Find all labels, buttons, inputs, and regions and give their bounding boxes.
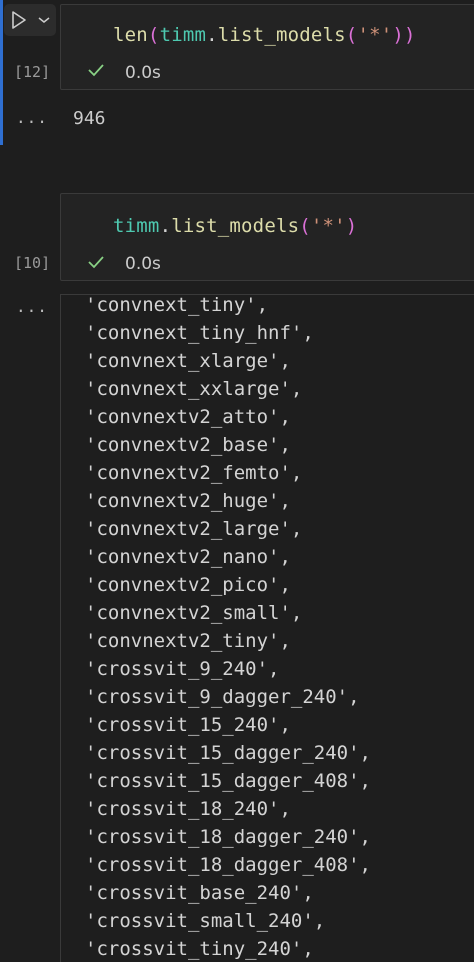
run-options-button[interactable] [34,4,54,36]
output-line: 'convnext_xlarge', [85,350,291,372]
output-list: 'convnext_tiny', 'convnext_tiny_hnf', 'con… [85,294,371,962]
code-token-function: len [113,24,148,46]
output-line: 'convnextv2_small', [85,602,303,624]
cell-output[interactable]: 'convnext_tiny', 'convnext_tiny_hnf', 'con… [60,294,474,962]
output-line: 'convnextv2_atto', [85,406,291,428]
output-line: 'convnextv2_pico', [85,574,291,596]
output-line: 'crossvit_tiny_240', [85,938,314,960]
code-token-paren: ) [345,215,358,237]
execution-duration: 0.0s [125,63,161,83]
output-line: 'convnextv2_huge', [85,490,291,512]
output-line: 'crossvit_18_240', [85,798,291,820]
output-line: 'crossvit_18_dagger_240', [85,826,371,848]
cell-focus-indicator [0,0,3,145]
output-line: 'convnextv2_large', [85,518,303,540]
code-token-string: '*' [357,24,393,46]
code-line[interactable]: timm.list_models('*') [113,215,357,237]
run-cell-button[interactable] [4,4,34,36]
check-icon [86,60,106,85]
execution-count: [10] [14,254,51,272]
output-line: 'convnextv2_femto', [85,462,303,484]
output-line: 'crossvit_9_240', [85,658,280,680]
code-cell-editor[interactable] [60,4,474,90]
code-token-paren: ( [345,24,358,46]
code-token-method: list_models [217,24,346,46]
code-cell-editor[interactable] [60,193,474,281]
execution-duration: 0.0s [125,254,161,274]
code-token-dot: . [159,215,172,237]
output-actions-button[interactable]: ... [16,108,48,127]
notebook: len(timm.list_models('*')) [12] 0.0s ...… [0,0,474,962]
output-line: 'convnextv2_nano', [85,546,291,568]
code-token-paren: ) [404,24,416,46]
output-actions-button[interactable]: ... [16,297,48,316]
output-line: 'crossvit_15_240', [85,714,291,736]
output-line: 'convnextv2_tiny', [85,630,291,652]
chevron-down-icon [38,17,50,23]
output-line: 'crossvit_15_dagger_240', [85,742,371,764]
output-line: 'crossvit_base_240', [85,882,314,904]
output-line: 'crossvit_small_240', [85,910,326,932]
code-token-module: timm [113,215,160,237]
code-token-paren: ( [299,215,311,237]
check-icon [86,252,106,277]
output-line: 'convnext_tiny', [85,294,269,316]
output-line: 'crossvit_18_dagger_408', [85,854,371,876]
code-token-dot: . [206,24,218,46]
code-token-method: list_models [171,215,300,237]
code-token-string: '*' [310,215,346,237]
output-line: 'crossvit_9_dagger_240', [85,686,360,708]
code-token-paren: ( [147,24,160,46]
play-icon [12,11,26,29]
execution-count: [12] [14,63,51,81]
output-line: 'convnext_tiny_hnf', [85,322,314,344]
code-line[interactable]: len(timm.list_models('*')) [113,24,416,46]
run-cell-control [4,4,56,36]
cell-output-text: 946 [73,108,106,129]
output-line: 'convnextv2_base', [85,434,291,456]
code-token-module: timm [159,24,207,46]
output-line: 'crossvit_15_dagger_408', [85,770,371,792]
code-token-paren: ) [392,24,404,46]
output-line: 'convnext_xxlarge', [85,378,303,400]
